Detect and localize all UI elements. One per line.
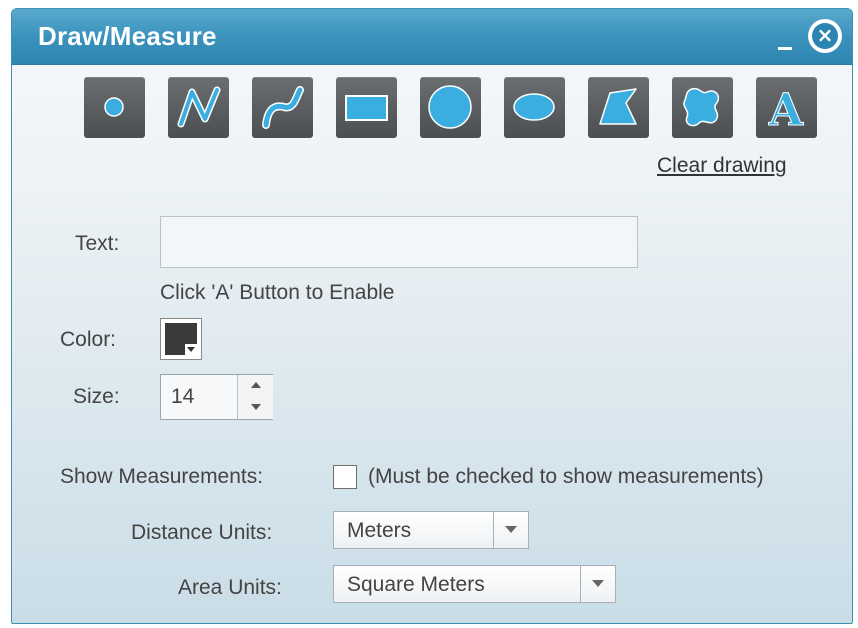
size-decrement-button[interactable]: [237, 397, 273, 419]
distance-units-select[interactable]: Meters: [333, 511, 529, 549]
area-units-select[interactable]: Square Meters: [333, 565, 616, 603]
area-units-label: Area Units:: [178, 576, 282, 599]
text-label: Text:: [75, 232, 120, 255]
clear-drawing-link[interactable]: Clear drawing: [657, 154, 787, 178]
minimize-button[interactable]: [774, 31, 796, 53]
rectangle-icon: [345, 95, 388, 121]
text-icon: A: [767, 85, 804, 137]
tool-ellipse-button[interactable]: [504, 77, 565, 138]
title-bar[interactable]: Draw/Measure ×: [12, 9, 852, 65]
show-measurements-checkbox[interactable]: [333, 465, 357, 489]
size-input[interactable]: 14: [161, 375, 237, 419]
draw-measure-window: Draw/Measure × A Clear drawing Text: Cli…: [11, 8, 853, 624]
circle-icon: [428, 85, 472, 129]
area-units-value: Square Meters: [347, 573, 485, 596]
freehand-polyline-icon: [262, 86, 304, 129]
svg-text:A: A: [768, 85, 804, 136]
tool-freehand-polygon-button[interactable]: [672, 77, 733, 138]
chevron-down-icon[interactable]: [493, 512, 528, 548]
text-hint: Click 'A' Button to Enable: [160, 281, 395, 304]
polygon-icon: [599, 88, 637, 125]
tool-freehand-polyline-button[interactable]: [252, 77, 313, 138]
show-measurements-label: Show Measurements:: [60, 465, 264, 488]
color-picker[interactable]: [160, 318, 202, 360]
tool-rectangle-button[interactable]: [336, 77, 397, 138]
tool-polygon-button[interactable]: [588, 77, 649, 138]
distance-units-value: Meters: [347, 519, 412, 542]
freehand-polygon-icon: [683, 87, 720, 127]
chevron-down-icon[interactable]: [580, 566, 615, 602]
ellipse-icon: [513, 93, 555, 121]
tool-text-button[interactable]: A: [756, 77, 817, 138]
close-icon: ×: [812, 23, 838, 49]
close-button[interactable]: ×: [808, 19, 842, 53]
distance-units-label: Distance Units:: [131, 521, 273, 544]
color-label: Color:: [60, 328, 117, 351]
tool-point-button[interactable]: [84, 77, 145, 138]
show-measurements-note: (Must be checked to show measurements): [368, 465, 764, 488]
tool-polyline-button[interactable]: [168, 77, 229, 138]
point-icon: [104, 97, 124, 117]
text-input[interactable]: [160, 216, 638, 268]
size-stepper[interactable]: 14: [160, 374, 273, 420]
tool-circle-button[interactable]: [420, 77, 481, 138]
chevron-down-icon: [185, 344, 197, 355]
size-label: Size:: [73, 385, 120, 408]
polyline-icon: [177, 86, 221, 128]
window-title: Draw/Measure: [38, 21, 217, 51]
size-increment-button[interactable]: [237, 375, 273, 398]
